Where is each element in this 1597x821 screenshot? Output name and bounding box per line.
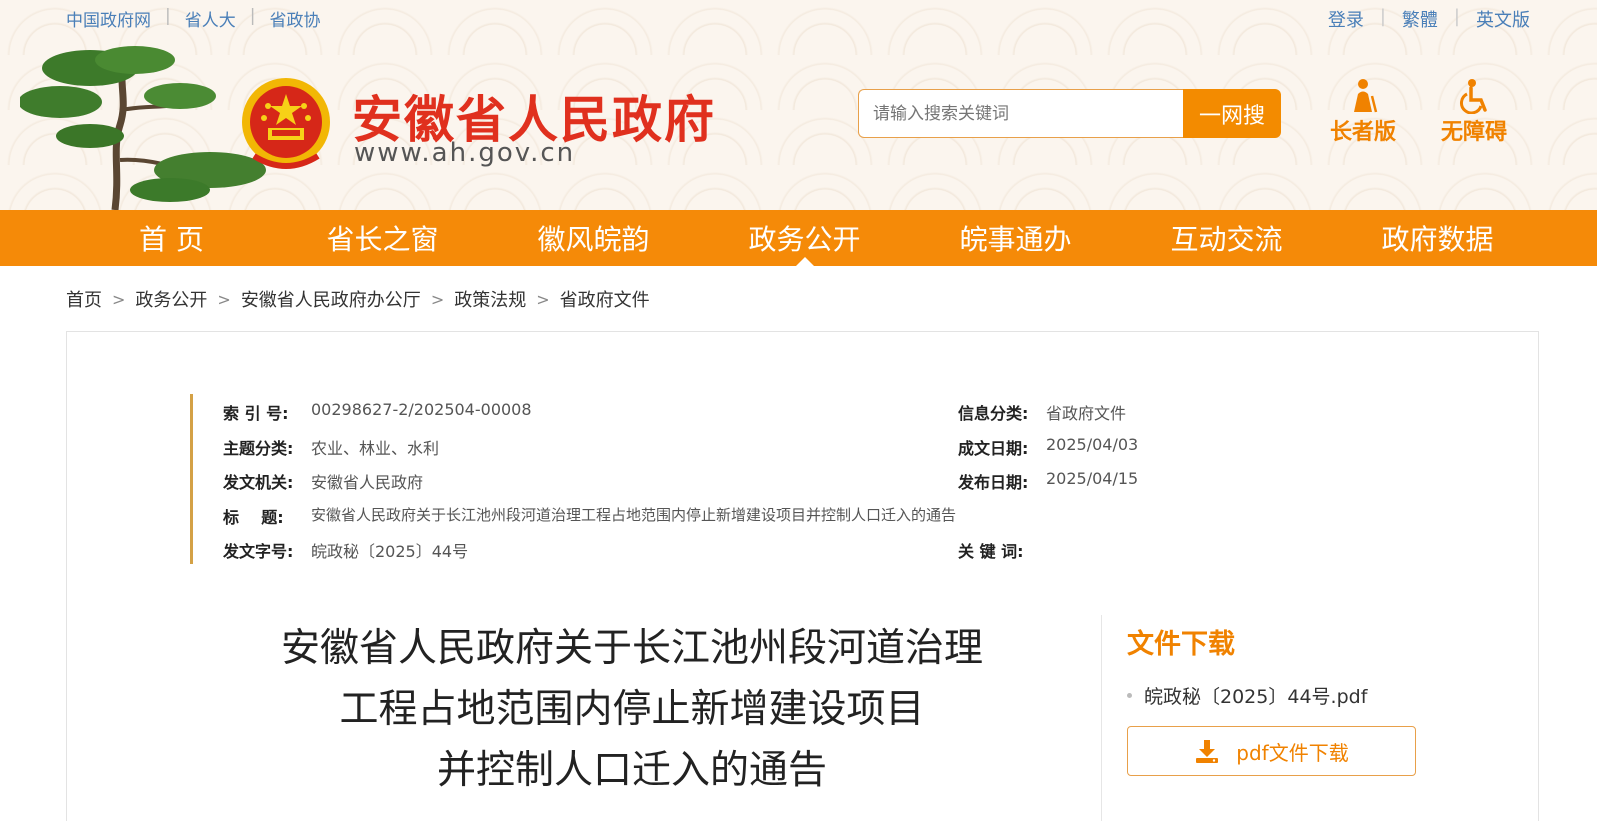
meta-topic: 主题分类: 农业、林业、水利 [223,435,439,459]
download-file-name: 皖政秘〔2025〕44号.pdf [1144,686,1368,708]
top-link-cppcc[interactable]: 省政协 [269,6,320,31]
accessible-mode-button[interactable]: 无障碍 [1441,78,1507,146]
meta-label: 发文机关: [223,473,294,492]
meta-label: 发布日期: [958,473,1029,492]
meta-doc-number: 发文字号: 皖政秘〔2025〕44号 [223,538,468,562]
document-title-line: 安徽省人民政府关于长江池州段河道治理 [280,626,983,671]
meta-value: 2025/04/03 [1046,435,1139,454]
meta-value: 农业、林业、水利 [311,439,440,458]
document-metadata: 索 引 号: 00298627-2/202504-00008 信息分类: 省政府… [190,394,1290,564]
site-header: 中国政府网 | 省人大 | 省政协 登录 | 繁體 | 英文版 安徽省人民政府 … [0,0,1597,210]
meta-title: 标 题: 安徽省人民政府关于长江池州段河道治理工程占地范围内停止新增建设项目并控… [223,504,956,528]
elderly-icon [1354,79,1378,113]
meta-published-date: 发布日期: 2025/04/15 [958,469,1138,493]
site-url: www.ah.gov.cn [354,138,576,168]
divider [1101,615,1102,821]
pine-tree-image [20,46,266,210]
accessible-mode-label: 无障碍 [1441,120,1508,145]
document-title-line: 并控制人口迁入的通告 [436,748,827,793]
document-title-line: 工程占地范围内停止新增建设项目 [339,687,925,732]
top-link-gov[interactable]: 中国政府网 [66,6,151,31]
content-panel: 索 引 号: 00298627-2/202504-00008 信息分类: 省政府… [66,331,1539,821]
main-nav: 首 页 省长之窗 徽风皖韵 政务公开 皖事通办 互动交流 政府数据 [0,210,1597,266]
chevron-right-icon: > [217,289,231,309]
chevron-right-icon: > [430,289,445,309]
nav-item-interaction[interactable]: 互动交流 [1121,210,1332,266]
pdf-download-button[interactable]: pdf文件下载 [1127,726,1416,776]
meta-label: 发文字号: [223,542,294,561]
download-heading: 文件下载 [1127,629,1235,660]
english-link[interactable]: 英文版 [1476,6,1530,32]
download-file-link[interactable]: 皖政秘〔2025〕44号.pdf [1127,682,1367,709]
meta-value: 2025/04/15 [1046,469,1139,488]
meta-label: 关 键 词: [958,542,1024,561]
separator: | [249,6,256,26]
national-emblem-icon [242,78,330,169]
breadcrumb-office[interactable]: 安徽省人民政府办公厅 [241,286,421,312]
breadcrumb-policy[interactable]: 政策法规 [454,286,526,312]
nav-item-gov-data[interactable]: 政府数据 [1332,210,1543,266]
top-link-npc[interactable]: 省人大 [185,6,236,31]
meta-label: 信息分类: [958,404,1029,423]
meta-value: 00298627-2/202504-00008 [311,400,532,419]
meta-value: 安徽省人民政府关于长江池州段河道治理工程占地范围内停止新增建设项目并控制人口迁入… [311,506,957,524]
separator: | [1453,6,1460,27]
meta-issuer: 发文机关: 安徽省人民政府 [223,469,423,493]
nav-item-governor[interactable]: 省长之窗 [277,210,488,266]
search-box [858,89,1184,138]
meta-index: 索 引 号: 00298627-2/202504-00008 [223,400,532,424]
meta-label: 主题分类: [223,439,294,458]
nav-item-culture[interactable]: 徽风皖韵 [488,210,699,266]
search-button[interactable]: 一网搜 [1183,89,1281,138]
meta-label: 索 引 号: [223,404,289,423]
meta-value: 皖政秘〔2025〕44号 [311,542,469,561]
elderly-mode-label: 长者版 [1330,120,1397,145]
nav-item-home[interactable]: 首 页 [66,210,277,266]
nav-item-services[interactable]: 皖事通办 [910,210,1121,266]
meta-value: 安徽省人民政府 [311,473,424,492]
top-right-links: 登录 | 繁體 | 英文版 [1328,6,1530,32]
pdf-download-label: pdf文件下载 [1236,740,1349,765]
traditional-chinese-link[interactable]: 繁體 [1402,6,1438,32]
login-link[interactable]: 登录 [1328,6,1364,32]
search-input[interactable] [873,103,1184,124]
breadcrumb-provincial-docs[interactable]: 省政府文件 [560,286,650,312]
bullet-icon [1127,693,1132,698]
meta-written-date: 成文日期: 2025/04/03 [958,435,1138,459]
breadcrumb: 首页 > 政务公开 > 安徽省人民政府办公厅 > 政策法规 > 省政府文件 [66,286,650,312]
meta-keywords: 关 键 词: [958,538,1046,562]
download-icon [1196,740,1219,763]
top-links: 中国政府网 | 省人大 | 省政协 [66,6,320,31]
meta-value: 省政府文件 [1046,404,1127,423]
separator: | [1379,6,1386,27]
separator: | [165,6,171,26]
chevron-right-icon: > [112,289,126,309]
wheelchair-icon [1459,79,1487,114]
chevron-right-icon: > [536,289,550,309]
document-title: 安徽省人民政府关于长江池州段河道治理 工程占地范围内停止新增建设项目 并控制人口… [217,618,1047,801]
breadcrumb-home[interactable]: 首页 [66,286,102,312]
breadcrumb-gov-affairs[interactable]: 政务公开 [135,286,207,312]
meta-category: 信息分类: 省政府文件 [958,400,1126,424]
meta-label: 成文日期: [958,439,1029,458]
meta-label: 标 题: [223,508,284,527]
nav-item-gov-affairs[interactable]: 政务公开 [699,210,910,266]
elderly-mode-button[interactable]: 长者版 [1330,78,1396,146]
